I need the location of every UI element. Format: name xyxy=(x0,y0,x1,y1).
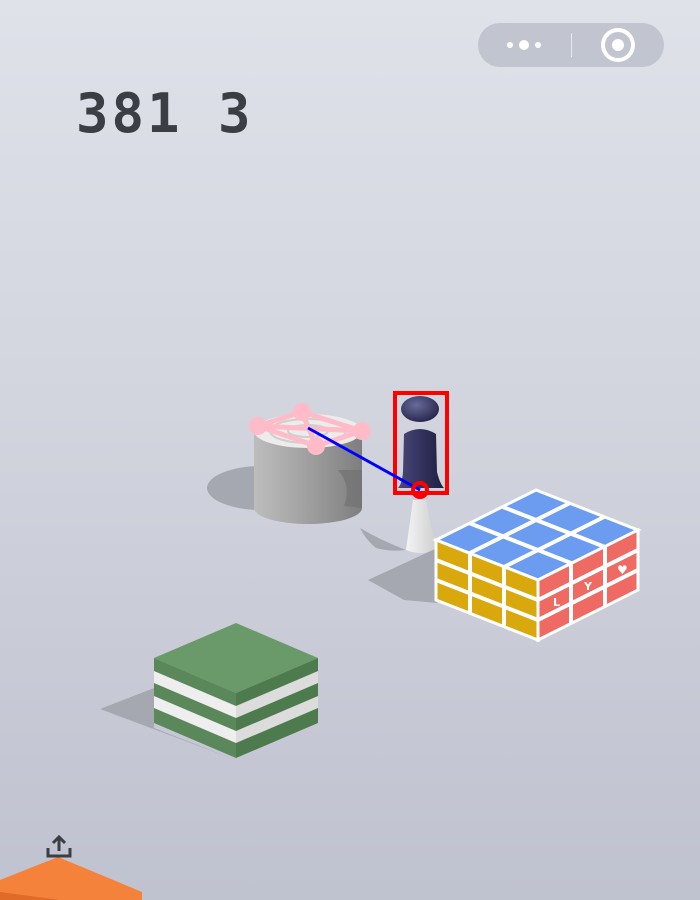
rubik-face-letter-l: L xyxy=(553,596,560,609)
target-marker-node-1 xyxy=(249,417,267,435)
target-marker-node-2 xyxy=(293,403,311,421)
orange-tile xyxy=(0,857,142,900)
share-button[interactable] xyxy=(44,834,74,862)
orange-tile-top xyxy=(0,857,142,900)
player-head xyxy=(401,396,439,422)
rubik-face-heart: ♥ xyxy=(617,563,628,577)
mini-program-capsule xyxy=(478,23,664,67)
player-body xyxy=(398,429,444,488)
score-display: 381 3 xyxy=(76,82,254,145)
peg-shadow xyxy=(360,528,406,551)
close-button[interactable] xyxy=(572,23,664,67)
rubik-shadow xyxy=(368,548,437,603)
rubik-cube-tile: L Y ♥ xyxy=(368,488,642,643)
target-marker-node-3 xyxy=(353,422,371,440)
target-marker-node-4 xyxy=(307,437,325,455)
record-circle-icon xyxy=(601,28,635,62)
green-striped-tile xyxy=(100,623,318,760)
player-piece xyxy=(398,396,444,488)
player-peg xyxy=(360,500,436,553)
peg-body xyxy=(406,500,436,553)
more-button[interactable] xyxy=(478,23,571,67)
share-upload-icon xyxy=(46,834,72,858)
more-dots-icon xyxy=(507,40,541,50)
rubik-face-letter-y: Y xyxy=(583,580,593,593)
